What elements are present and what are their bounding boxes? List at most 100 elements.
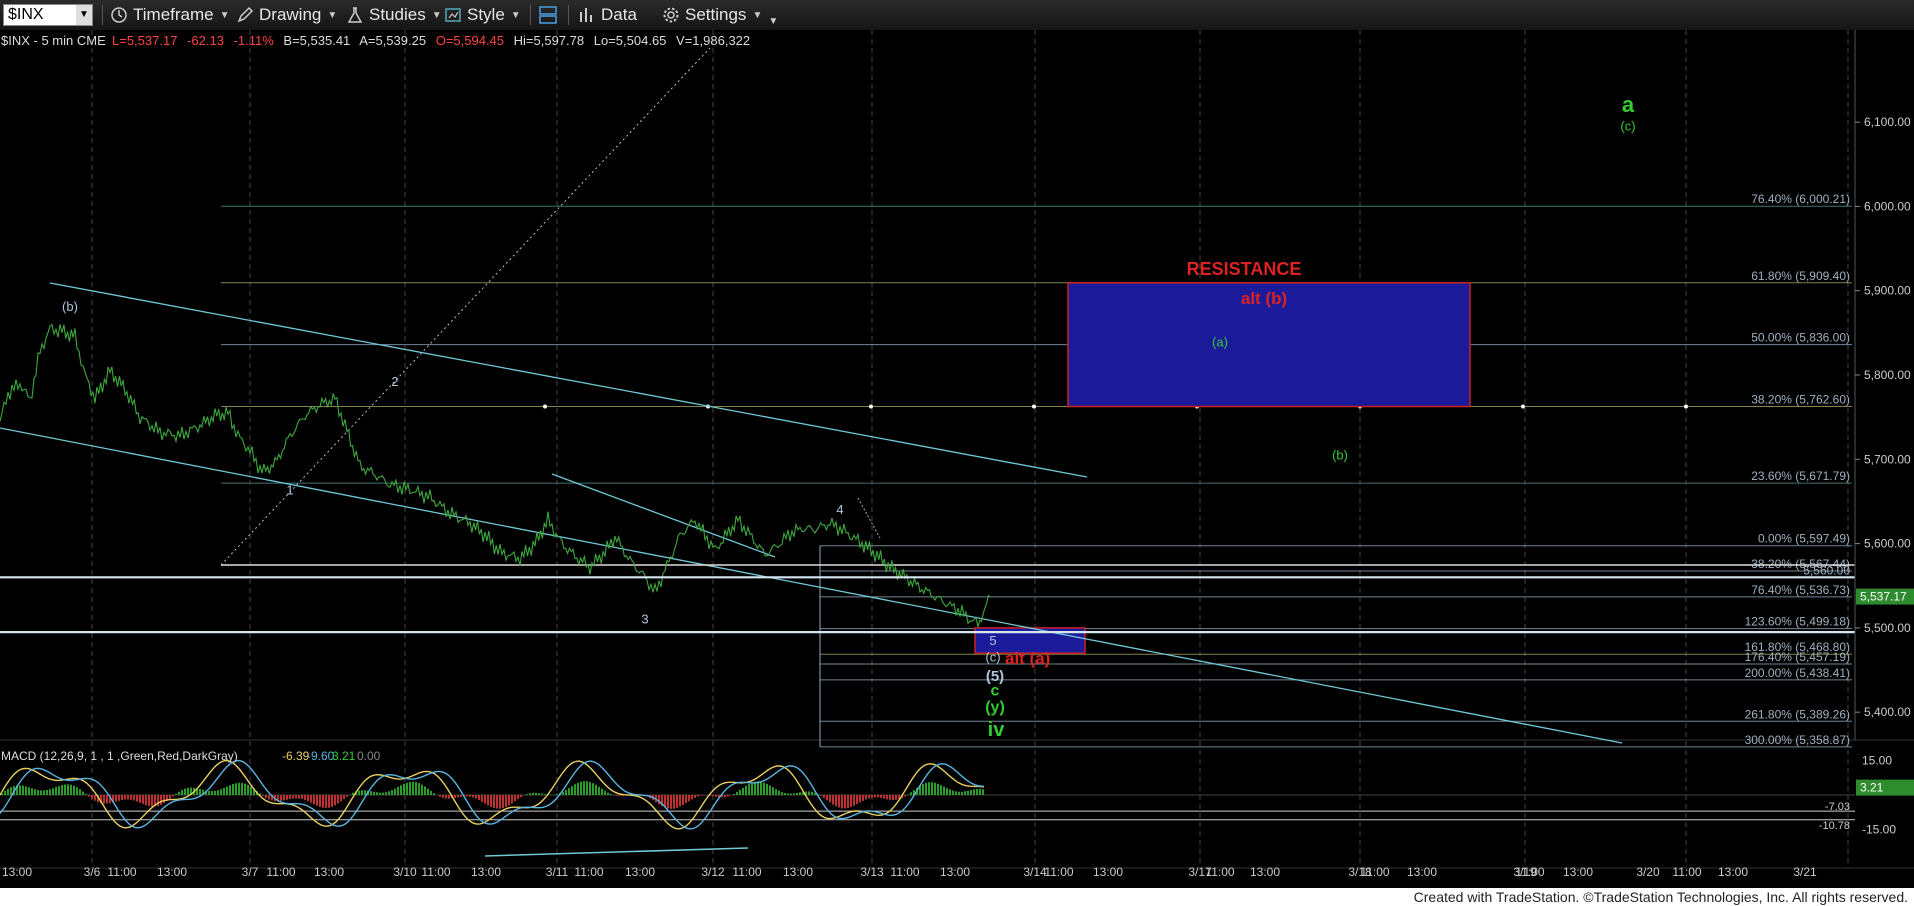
x-tick-label: 11:00 <box>1672 865 1701 879</box>
info-open: O=5,594.45 <box>436 33 504 48</box>
info-ask: A=5,539.25 <box>359 33 426 48</box>
info-change-pct: -1.11% <box>234 33 275 48</box>
wave-label: 1 <box>286 483 293 498</box>
x-tick-label: 3/20 <box>1636 865 1660 879</box>
price-chart[interactable]: 76.40% (6,000.21)61.80% (5,909.40)50.00%… <box>0 30 1914 888</box>
macd-value: 3.21 <box>332 749 356 763</box>
style-label: Style <box>467 5 505 24</box>
level-marker <box>1521 404 1525 409</box>
x-tick-label: 13:00 <box>783 865 813 879</box>
footer-text: Created with TradeStation. ©TradeStation… <box>1413 889 1908 905</box>
x-tick-label: 13:00 <box>1718 865 1748 879</box>
chevron-down-icon: ▼ <box>327 9 338 21</box>
pencil-icon <box>237 6 254 23</box>
wave-label: 4 <box>836 502 843 517</box>
fib-label: 300.00% (5,358.87) <box>1745 733 1850 747</box>
wave-label: (c) <box>1620 119 1635 134</box>
x-tick-label: 13:00 <box>625 865 655 879</box>
fib-label: 200.00% (5,438.41) <box>1745 666 1850 680</box>
fib-label: 123.60% (5,499.18) <box>1745 615 1850 629</box>
resistance-sublabel: alt (b) <box>1241 289 1287 308</box>
toolbar-divider <box>530 5 531 25</box>
resistance-label: RESISTANCE <box>1187 259 1302 279</box>
fib-label: 261.80% (5,389.26) <box>1745 707 1850 721</box>
layout-button[interactable] <box>538 4 563 26</box>
drawing-label: Drawing <box>259 5 322 24</box>
wave-label: 5 <box>989 633 996 648</box>
macd-label: MACD (12,26,9, 1 , 1 ,Green,Red,DarkGray… <box>1 749 238 763</box>
flask-icon <box>347 7 363 23</box>
x-tick-label: 3/7 <box>242 865 259 879</box>
wave-label: 2 <box>391 374 398 389</box>
wave-label: c <box>991 682 1000 699</box>
fib-label: 61.80% (5,909.40) <box>1751 269 1850 283</box>
x-tick-label: 13:00 <box>1407 865 1437 879</box>
studies-button[interactable]: Studies ▼ <box>346 4 442 26</box>
y-tick-label: 6,100.00 <box>1864 115 1911 129</box>
symbol-input[interactable]: $INX ▼ <box>3 4 93 26</box>
level-marker <box>869 404 873 409</box>
y-tick-label: 5,700.00 <box>1864 452 1911 466</box>
wave-label: (b) <box>62 299 78 314</box>
drawing-button[interactable]: Drawing ▼ <box>236 4 337 26</box>
fib-label: 76.40% (6,000.21) <box>1751 192 1850 206</box>
x-tick-label: 11:00 <box>1360 865 1389 879</box>
settings-label: Settings <box>685 5 747 24</box>
settings-button[interactable]: Settings ▼ ▼ <box>662 4 778 27</box>
fib-label: 23.60% (5,671.79) <box>1751 469 1850 483</box>
x-tick-label: 11:00 <box>890 865 919 879</box>
fib-label: 176.40% (5,457.19) <box>1745 650 1850 664</box>
x-tick-label: 3/10 <box>393 865 417 879</box>
macd-last-label: -10.78 <box>1819 820 1850 832</box>
macd-value: -6.39 <box>282 749 310 763</box>
x-tick-label: 3/6 <box>84 865 101 879</box>
x-tick-label: 13:00 <box>2 865 32 879</box>
y-tick-label: 5,400.00 <box>1864 705 1911 719</box>
x-tick-label: 11:00 <box>1515 865 1544 879</box>
x-tick-label: 13:00 <box>471 865 501 879</box>
support-box-label: alt (a) <box>1005 649 1050 668</box>
chevron-down-icon: ▼ <box>431 9 442 21</box>
wave-label: iv <box>988 719 1006 741</box>
x-tick-label: 3/21 <box>1793 865 1817 879</box>
level-marker <box>543 404 547 409</box>
fib-label: 38.20% (5,762.60) <box>1751 393 1850 407</box>
y-tick-label: 6,000.00 <box>1864 199 1911 213</box>
macd-value: -9.60 <box>307 749 335 763</box>
macd-tick-label: 15.00 <box>1862 754 1892 768</box>
x-tick-label: 13:00 <box>1093 865 1123 879</box>
x-tick-label: 11:00 <box>107 865 136 879</box>
style-button[interactable]: Style ▼ <box>444 4 521 26</box>
data-button[interactable]: Data <box>578 4 637 26</box>
style-icon <box>445 8 461 22</box>
x-tick-label: 11:00 <box>574 865 603 879</box>
wave-label: (y) <box>985 699 1005 716</box>
studies-label: Studies <box>369 5 426 24</box>
wave-label: 3 <box>641 612 648 627</box>
x-tick-label: 11:00 <box>1205 865 1234 879</box>
wave-label: (a) <box>1212 334 1228 349</box>
level-marker <box>1684 404 1688 409</box>
info-low: Lo=5,504.65 <box>594 33 667 48</box>
chevron-down-icon[interactable]: ▼ <box>76 5 92 25</box>
info-symbol: $INX - 5 min CME <box>1 33 106 48</box>
toolbar: $INX ▼ Timeframe ▼ Drawing ▼ Studies ▼ Styl… <box>0 0 1914 31</box>
wave-label: a <box>1622 92 1635 117</box>
x-tick-label: 3/12 <box>701 865 725 879</box>
last-price-label: 5,537.17 <box>1860 590 1907 604</box>
gear-icon <box>663 7 679 23</box>
clock-icon <box>111 7 127 23</box>
y-tick-label: 5,900.00 <box>1864 284 1911 298</box>
x-tick-label: 3/13 <box>860 865 884 879</box>
layout-icon <box>539 6 557 24</box>
toolbar-divider <box>102 5 103 25</box>
timeframe-button[interactable]: Timeframe ▼ <box>110 4 230 26</box>
symbol-value: $INX <box>8 6 44 23</box>
info-last: L=5,537.17 <box>112 33 177 48</box>
macd-tick-label: -15.00 <box>1862 823 1896 837</box>
wave-label: (b) <box>1332 447 1348 462</box>
macd-last-label: 3.21 <box>1860 781 1884 795</box>
info-bid: B=5,535.41 <box>283 33 350 48</box>
info-change: -62.13 <box>187 33 224 48</box>
footer: Created with TradeStation. ©TradeStation… <box>0 888 1914 906</box>
